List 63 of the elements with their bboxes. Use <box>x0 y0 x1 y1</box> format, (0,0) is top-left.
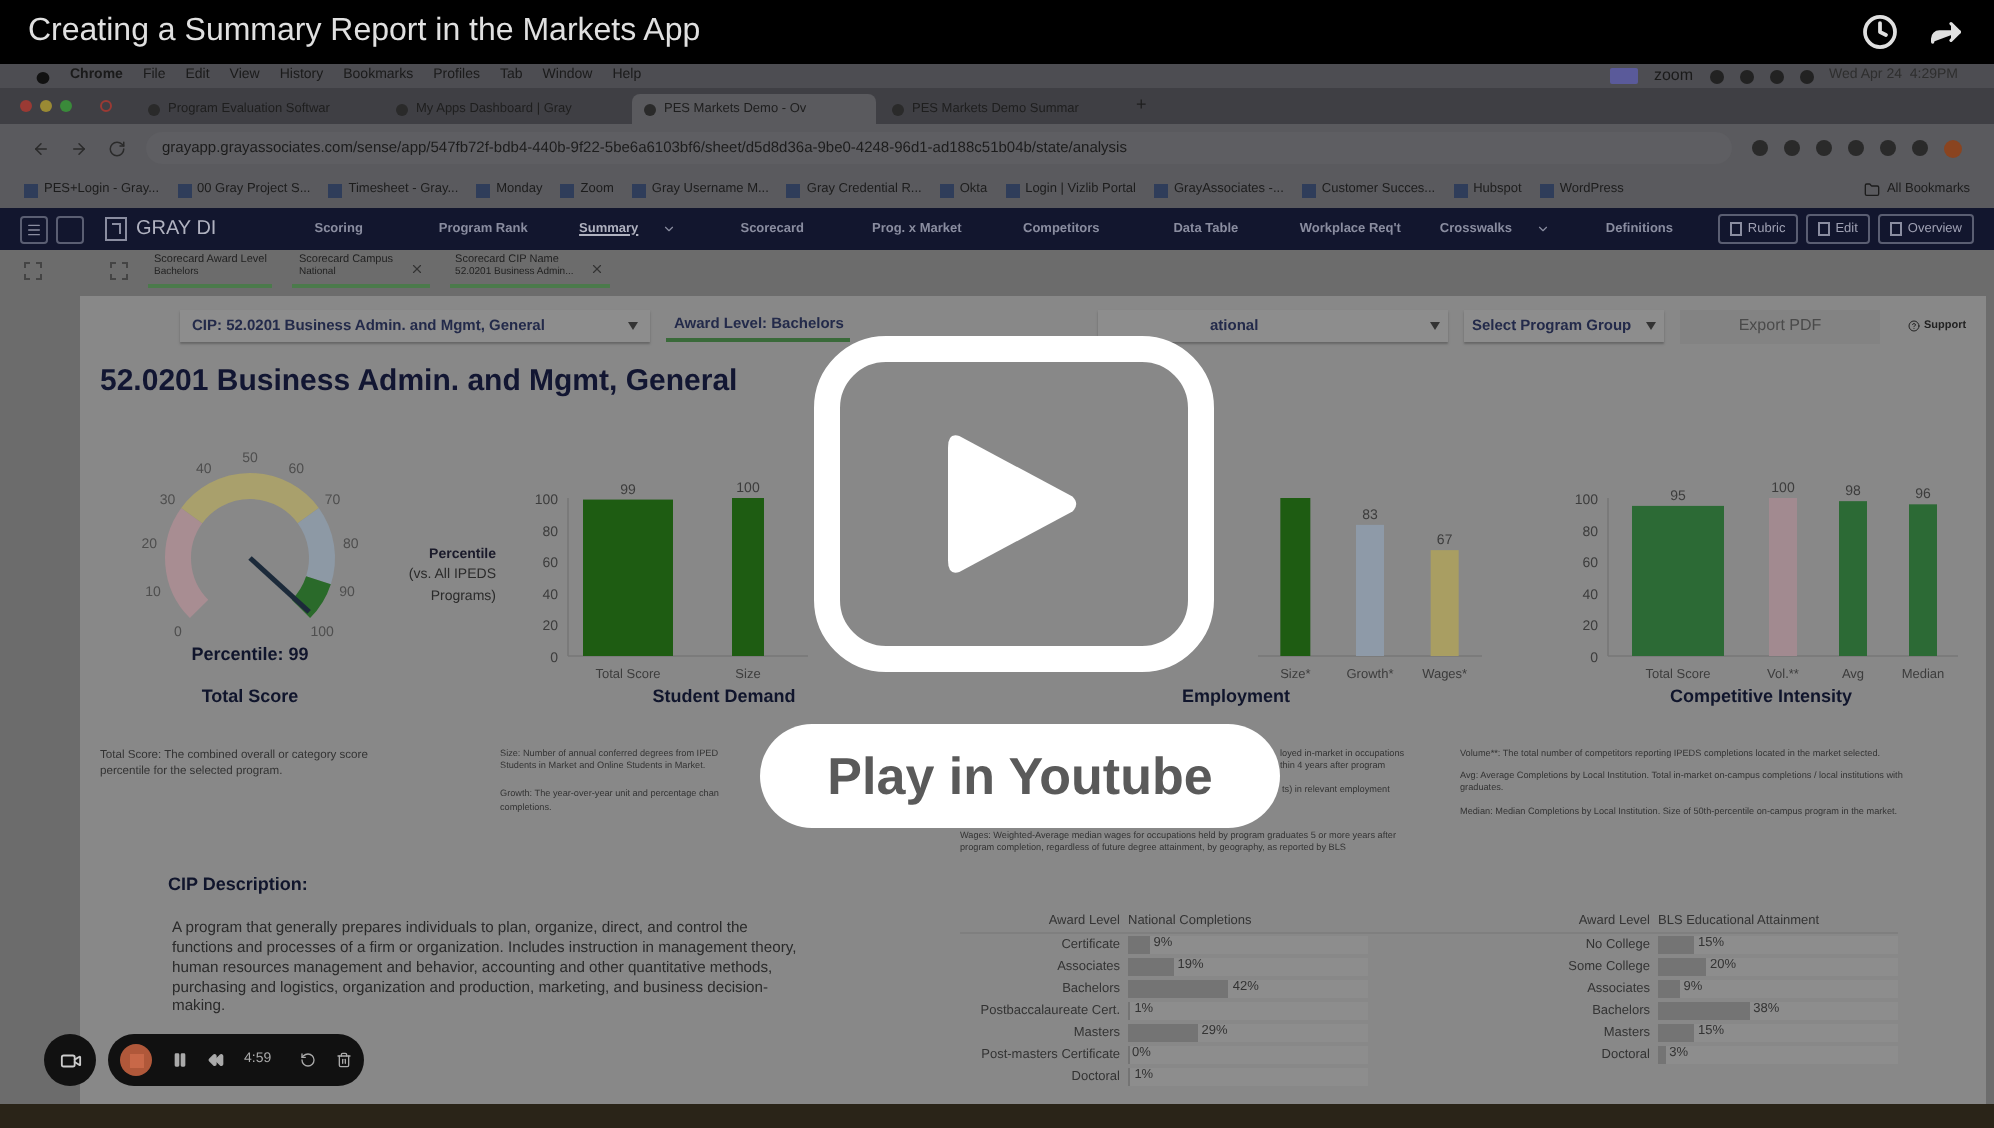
button-icon <box>1729 222 1742 236</box>
play-icon <box>948 432 1080 576</box>
close-icon[interactable] <box>589 261 604 275</box>
menu-button[interactable] <box>20 215 48 243</box>
folder-icon <box>1864 182 1881 198</box>
logo-text: GRAY DI <box>136 216 217 244</box>
bookmark-favicon <box>476 183 491 197</box>
record-icon[interactable] <box>100 100 112 112</box>
play-in-youtube-button[interactable]: Play in Youtube <box>760 724 1280 828</box>
tab-favicon <box>892 103 904 115</box>
export-pdf-button[interactable]: Export PDF <box>1680 309 1880 343</box>
menu-icon <box>26 221 42 237</box>
bookmark-favicon <box>560 183 575 197</box>
play-button[interactable] <box>814 336 1214 672</box>
section-title: Employment <box>1181 684 1290 710</box>
bar <box>1356 524 1384 656</box>
cip-heading: CIP Description: <box>168 871 310 898</box>
bookmark-favicon <box>328 183 343 197</box>
bookmark-favicon <box>631 183 646 197</box>
section-title: Competitive Intensity <box>1670 684 1853 710</box>
button-icon <box>1817 222 1830 236</box>
bookmark-favicon <box>24 183 38 197</box>
percentile-value: Percentile: 99 <box>191 641 309 667</box>
section-title: Student Demand <box>652 684 796 710</box>
bar <box>1430 550 1459 656</box>
bookmark-favicon <box>1301 183 1316 197</box>
selection-tool-icon[interactable] <box>24 261 42 279</box>
rewind-icon[interactable] <box>208 1052 224 1068</box>
video-title: Creating a Summary Report in the Markets App <box>28 12 701 52</box>
stop-button[interactable] <box>120 1044 152 1076</box>
pause-icon[interactable] <box>172 1052 188 1068</box>
bookmark-favicon <box>177 183 192 197</box>
tab-favicon <box>148 103 160 115</box>
bookmark-favicon <box>1153 183 1168 197</box>
bookmark-favicon <box>939 183 954 197</box>
clear-selections-icon[interactable] <box>110 261 128 279</box>
close-icon[interactable] <box>409 261 424 275</box>
button-icon <box>1889 222 1902 236</box>
more-button[interactable] <box>56 215 84 243</box>
forward-icon[interactable] <box>70 139 88 157</box>
logo-icon <box>104 216 128 242</box>
bookmark-favicon <box>1005 183 1020 197</box>
new-tab-button[interactable]: + <box>1128 92 1155 120</box>
camera-icon <box>59 1049 81 1071</box>
dropdown-arrow-icon <box>1646 322 1656 330</box>
clock-icon[interactable] <box>1862 14 1898 50</box>
section-title: Total Score <box>201 684 299 710</box>
tab-favicon <box>644 103 656 115</box>
tab-favicon <box>396 103 408 115</box>
dropdown-arrow-icon <box>628 322 638 330</box>
help-icon <box>1908 320 1920 332</box>
back-icon[interactable] <box>32 139 50 157</box>
page-heading: 52.0201 Business Admin. and Mgmt, General <box>100 362 740 402</box>
caret-icon[interactable] <box>1536 222 1551 236</box>
bookmark-favicon <box>1453 183 1468 197</box>
restart-icon[interactable] <box>299 1052 316 1068</box>
reload-icon[interactable] <box>108 139 126 157</box>
caret-icon[interactable] <box>662 222 677 236</box>
bookmark-favicon <box>786 183 801 197</box>
trash-icon[interactable] <box>335 1052 352 1068</box>
bookmark-favicon <box>1539 183 1554 197</box>
zoom-status[interactable]: zoom <box>1653 64 1694 88</box>
dropdown-arrow-icon <box>1430 322 1440 330</box>
